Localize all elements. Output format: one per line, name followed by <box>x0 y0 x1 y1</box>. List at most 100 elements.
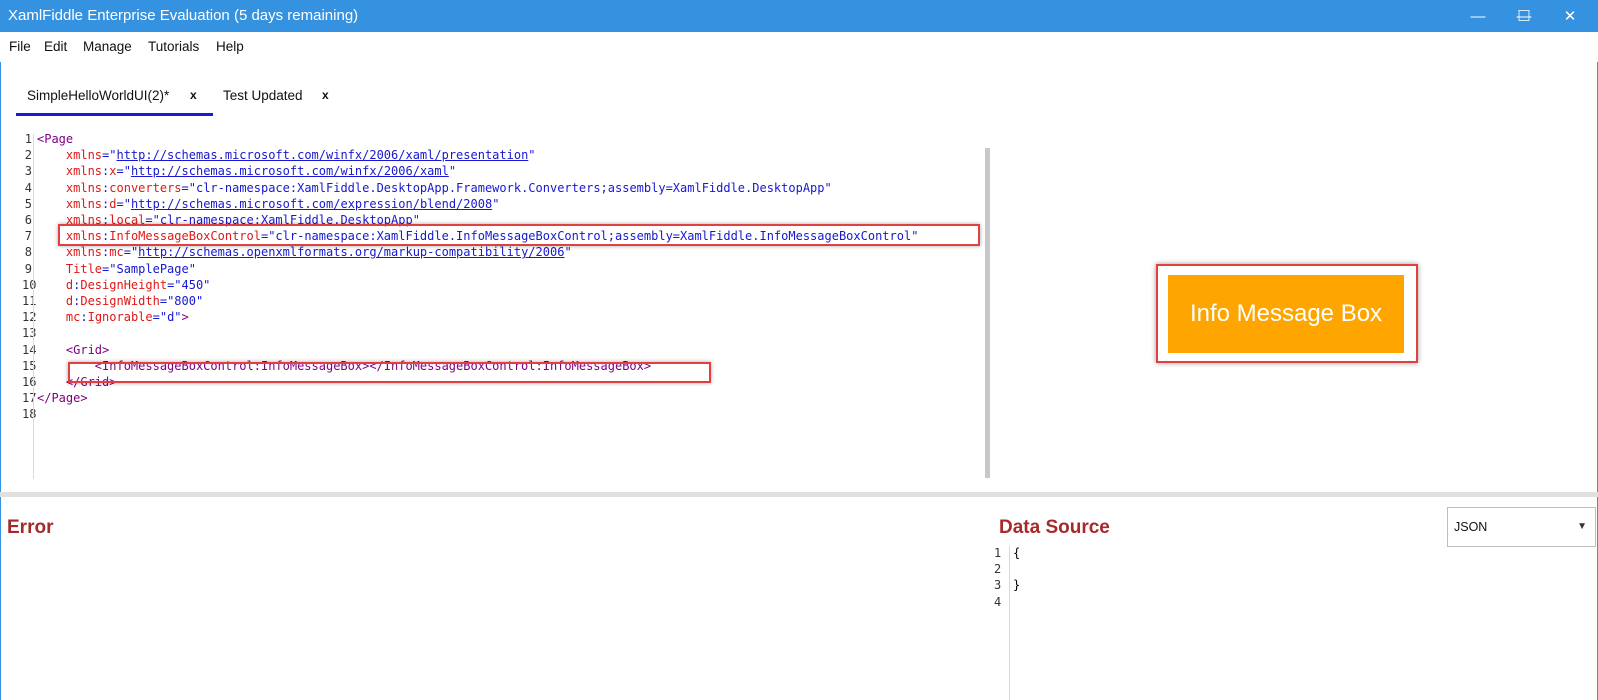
code-token: DesignHeight <box>80 277 168 292</box>
code-token: <Grid> <box>37 342 110 357</box>
maximize-icon[interactable]: ☐ <box>1501 0 1547 32</box>
line-number: 1 <box>994 546 1002 560</box>
code-line: xmlns:mc="http://schemas.openxmlformats.… <box>37 245 572 259</box>
code-line: <Page <box>37 132 73 146</box>
editor-scrollbar[interactable] <box>985 148 990 478</box>
code-token: d <box>37 277 74 292</box>
code-token[interactable]: http://schemas.microsoft.com/expression/… <box>131 197 492 211</box>
tab-close-icon[interactable]: x <box>322 88 329 102</box>
code-token: =" <box>116 196 131 211</box>
line-number: 13 <box>22 326 37 341</box>
code-token: mc <box>109 245 124 260</box>
data-source-title: Data Source <box>999 517 1110 538</box>
error-pane-title: Error <box>7 517 54 538</box>
code-token: xmlns <box>37 196 103 211</box>
close-window-icon[interactable]: ✕ <box>1547 0 1593 32</box>
line-number: 4 <box>24 180 32 195</box>
menu-edit[interactable]: Edit <box>44 32 67 62</box>
chevron-down-icon: ▼ <box>1577 521 1587 532</box>
code-token: x <box>109 164 117 179</box>
code-token: ="clr-namespace:XamlFiddle.DesktopApp.Fr… <box>181 180 832 195</box>
code-token[interactable]: http://schemas.microsoft.com/winfx/2006/… <box>131 164 449 178</box>
code-token: DesignWidth <box>80 294 160 308</box>
code-token: ="SamplePage" <box>102 261 196 276</box>
code-token: =" <box>123 245 139 260</box>
tab-simplehelloworldui[interactable]: SimpleHelloWorldUI(2)* <box>27 86 169 116</box>
line-number: 11 <box>22 294 37 308</box>
code-token: d <box>109 196 117 211</box>
code-token: <Page <box>37 132 74 146</box>
line-number: 18 <box>22 407 37 422</box>
code-line: { <box>1013 546 1021 560</box>
active-tab-indicator <box>16 113 213 116</box>
line-number: 16 <box>22 375 37 389</box>
code-line: <Grid> <box>37 343 109 357</box>
menu-file[interactable]: File <box>9 32 31 62</box>
code-line: xmlns:converters="clr-namespace:XamlFidd… <box>37 181 832 195</box>
code-line: mc:Ignorable="d"> <box>37 310 189 324</box>
code-token: =" <box>102 148 117 163</box>
window-frame-left <box>0 62 1 700</box>
editor-gutter-divider <box>33 134 34 479</box>
code-token: </Page> <box>37 391 88 406</box>
line-number: 7 <box>24 229 32 244</box>
code-token: Title <box>37 261 103 276</box>
title-bar: XamlFiddle Enterprise Evaluation (5 days… <box>0 0 1598 32</box>
code-token: xmlns <box>37 148 103 163</box>
xaml-code-editor[interactable]: 1 <Page 2 xmlns="http://schemas.microsoft.… <box>22 132 982 482</box>
menu-tutorials[interactable]: Tutorials <box>148 32 199 62</box>
code-token: ="d" <box>152 310 182 325</box>
minimize-window-icon[interactable]: — <box>1455 0 1501 32</box>
line-number: 5 <box>24 196 32 211</box>
pane-splitter[interactable] <box>0 492 1598 497</box>
code-line: d:DesignWidth="800" <box>37 294 203 308</box>
highlight-namespace-line <box>58 224 980 246</box>
code-token: " <box>564 245 572 260</box>
line-number: 17 <box>22 391 37 406</box>
format-selected-value: JSON <box>1454 520 1488 534</box>
menu-manage[interactable]: Manage <box>83 32 132 62</box>
code-line: } <box>1013 578 1021 593</box>
data-source-gutter-divider <box>1009 546 1010 700</box>
code-token: ="450" <box>167 277 211 292</box>
code-token: d <box>37 294 74 308</box>
line-number: 8 <box>24 245 32 260</box>
code-token[interactable]: http://schemas.microsoft.com/winfx/2006/… <box>116 148 528 162</box>
line-number: 2 <box>994 562 1002 577</box>
code-token: " <box>448 164 457 179</box>
code-token: Ignorable <box>87 310 153 325</box>
code-token[interactable]: http://schemas.openxmlformats.org/markup… <box>138 245 564 259</box>
code-token: " <box>528 148 536 163</box>
code-token: converters <box>109 180 182 195</box>
code-token: =" <box>116 164 131 179</box>
line-number: 3 <box>24 164 32 179</box>
menu-help[interactable]: Help <box>216 32 244 62</box>
line-number: 12 <box>22 310 37 325</box>
code-token: " <box>492 196 500 211</box>
data-source-format-select[interactable]: JSON ▼ <box>1447 507 1596 547</box>
code-token: xmlns <box>37 164 103 179</box>
info-message-box-preview[interactable]: Info Message Box <box>1168 275 1404 353</box>
line-number: 2 <box>24 148 32 163</box>
line-number: 1 <box>24 132 32 146</box>
code-token: xmlns <box>37 180 103 195</box>
line-number: 3 <box>994 578 1002 593</box>
line-number: 9 <box>24 261 32 276</box>
line-number: 6 <box>24 213 32 227</box>
window-title: XamlFiddle Enterprise Evaluation (5 days… <box>8 7 359 24</box>
code-line: xmlns:x="http://schemas.microsoft.com/wi… <box>37 164 456 178</box>
code-token: mc <box>37 310 81 325</box>
code-line: d:DesignHeight="450" <box>37 277 211 292</box>
code-token: : <box>80 310 88 325</box>
tab-test-updated[interactable]: Test Updated <box>223 86 303 116</box>
code-line: Title="SamplePage" <box>37 262 196 276</box>
tab-close-icon[interactable]: x <box>190 88 197 102</box>
line-number: 10 <box>22 277 37 292</box>
menu-bar: File Edit Manage Tutorials Help <box>0 32 1598 62</box>
code-token: ="800" <box>159 294 204 308</box>
line-number: 14 <box>22 342 37 357</box>
code-token: xmlns <box>37 245 103 260</box>
code-token: > <box>181 310 189 325</box>
code-line: xmlns:d="http://schemas.microsoft.com/ex… <box>37 196 500 211</box>
highlight-control-line <box>68 362 711 383</box>
